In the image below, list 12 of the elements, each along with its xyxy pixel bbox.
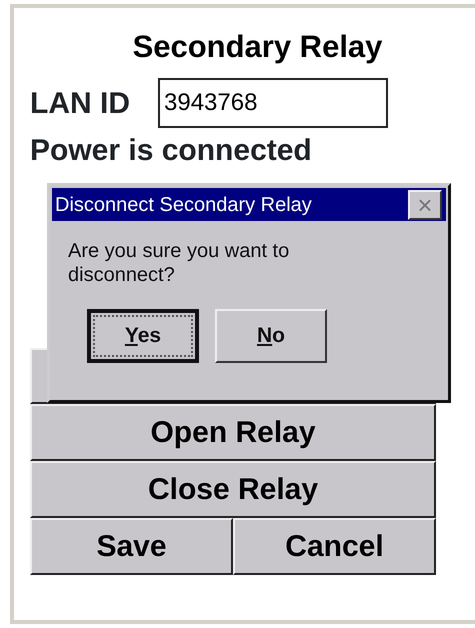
dialog-title: Disconnect Secondary Relay [55, 192, 312, 218]
footer-button[interactable]: Cancel [233, 518, 436, 575]
dialog-button[interactable]: No [215, 309, 327, 363]
dialog-message: Are you sure you want to disconnect? [68, 239, 290, 287]
screen-title: Secondary Relay [132, 30, 384, 64]
status-text: Power is connected [30, 134, 313, 160]
lan-id-field[interactable]: 3943768 [158, 78, 388, 128]
field-label: LAN ID [30, 86, 130, 122]
relay-button[interactable]: Close Relay [30, 461, 436, 518]
footer-button[interactable]: Save [30, 518, 233, 575]
relay-button[interactable]: Open Relay [30, 404, 436, 461]
dialog-button[interactable]: Yes [87, 309, 199, 363]
